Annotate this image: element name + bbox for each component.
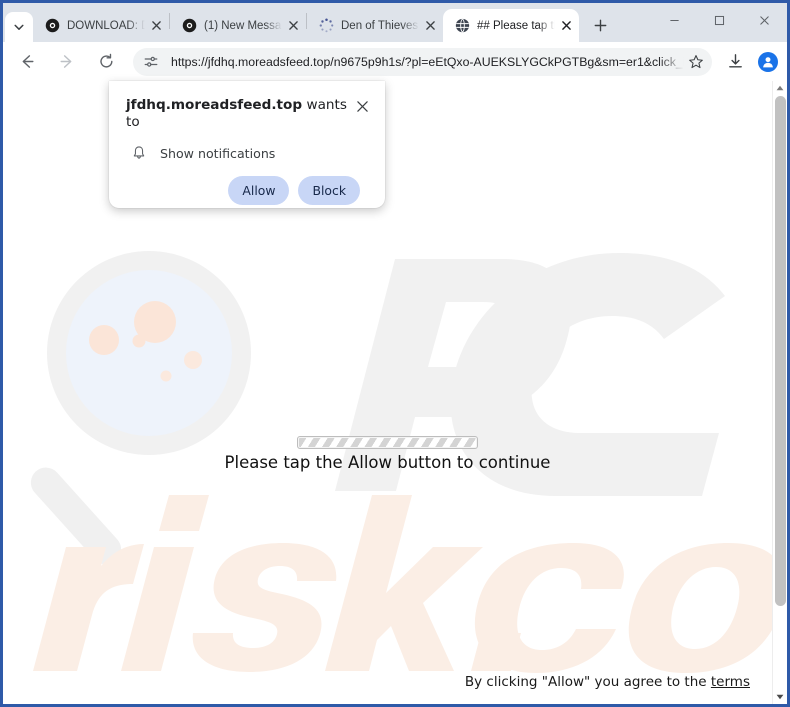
window-close-button[interactable] bbox=[742, 6, 787, 36]
scroll-down-arrow[interactable] bbox=[773, 690, 787, 704]
terms-link[interactable]: terms bbox=[711, 674, 750, 690]
globe-icon bbox=[454, 18, 470, 34]
profile-avatar-icon[interactable] bbox=[753, 47, 783, 77]
tab-new-message[interactable]: (1) New Message bbox=[170, 9, 306, 42]
permission-title: jfdhq.moreadsfeed.top wants to bbox=[126, 97, 351, 131]
record-circle-icon bbox=[44, 18, 60, 34]
address-bar[interactable]: https://jfdhq.moreadsfeed.top/n9675p9h1s… bbox=[133, 47, 712, 76]
tab-title: DOWNLOAD: Deı bbox=[67, 19, 145, 32]
tab-search-chevron-icon[interactable] bbox=[5, 12, 33, 42]
tab-close-icon[interactable] bbox=[557, 17, 575, 35]
url-text[interactable]: https://jfdhq.moreadsfeed.top/n9675p9h1s… bbox=[171, 55, 684, 69]
permission-request-row: Show notifications bbox=[109, 131, 385, 162]
new-tab-button[interactable] bbox=[586, 11, 614, 39]
tab-strip: DOWNLOAD: Deı (1) New Message bbox=[3, 3, 787, 42]
terms-disclaimer: By clicking "Allow" you agree to the ter… bbox=[465, 674, 750, 690]
window-maximize-button[interactable] bbox=[697, 6, 742, 36]
record-circle-icon bbox=[181, 18, 197, 34]
scrollbar-thumb[interactable] bbox=[775, 96, 786, 606]
close-icon[interactable] bbox=[351, 95, 373, 117]
loading-progress-bar bbox=[297, 436, 478, 449]
scroll-up-arrow[interactable] bbox=[773, 81, 787, 95]
bookmark-star-icon[interactable] bbox=[684, 50, 708, 74]
tab-close-icon[interactable] bbox=[147, 17, 165, 35]
toolbar-right-actions bbox=[720, 47, 787, 77]
tab-close-icon[interactable] bbox=[421, 17, 439, 35]
progress-bar-container bbox=[3, 436, 772, 449]
notification-permission-dialog: jfdhq.moreadsfeed.top wants to Show noti… bbox=[109, 81, 385, 208]
forward-arrow-icon[interactable] bbox=[51, 47, 81, 77]
permission-origin: jfdhq.moreadsfeed.top bbox=[126, 97, 303, 113]
bell-icon bbox=[130, 145, 147, 162]
tab-title: ## Please tap the bbox=[477, 19, 555, 32]
back-arrow-icon[interactable] bbox=[12, 47, 42, 77]
window-controls bbox=[652, 3, 787, 36]
tab-please-tap-active[interactable]: ## Please tap the bbox=[443, 9, 579, 42]
download-icon[interactable] bbox=[720, 47, 750, 77]
tab-download[interactable]: DOWNLOAD: Deı bbox=[33, 9, 169, 42]
permission-header: jfdhq.moreadsfeed.top wants to bbox=[109, 81, 385, 131]
reload-icon[interactable] bbox=[91, 47, 121, 77]
tab-title: Den of Thieves 2 bbox=[341, 19, 419, 32]
tab-den-of-thieves[interactable]: Den of Thieves 2 bbox=[307, 9, 443, 42]
terms-prefix-text: By clicking "Allow" you agree to the bbox=[464, 674, 711, 690]
loading-spinner-icon bbox=[318, 18, 334, 34]
allow-button[interactable]: Allow bbox=[228, 175, 290, 205]
browser-toolbar: https://jfdhq.moreadsfeed.top/n9675p9h1s… bbox=[3, 42, 787, 81]
three-dot-menu-icon[interactable] bbox=[786, 47, 787, 77]
page-scrollbar[interactable] bbox=[772, 81, 787, 704]
block-button[interactable]: Block bbox=[298, 175, 360, 205]
avatar bbox=[758, 51, 778, 72]
permission-request-label: Show notifications bbox=[160, 145, 276, 161]
site-settings-sliders-icon[interactable] bbox=[139, 50, 163, 74]
permission-actions: Allow Block bbox=[109, 162, 385, 205]
window-minimize-button[interactable] bbox=[652, 6, 697, 36]
page-headline: Please tap the Allow button to continue bbox=[224, 453, 551, 472]
tab-close-icon[interactable] bbox=[284, 17, 302, 35]
tab-title: (1) New Message bbox=[204, 19, 282, 32]
browser-window: DOWNLOAD: Deı (1) New Message bbox=[0, 0, 790, 707]
